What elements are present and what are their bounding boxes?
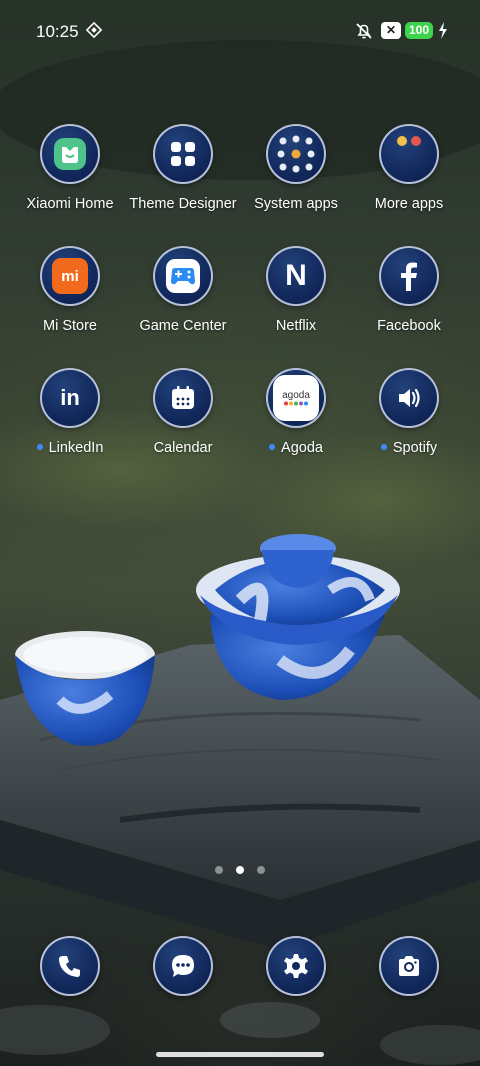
folder-icon (379, 124, 439, 184)
agoda-icon: agoda (266, 368, 326, 428)
mi-store-icon: mi (40, 246, 100, 306)
bell-muted-icon (356, 23, 372, 39)
page-dot-active (236, 866, 244, 874)
linkedin-logo: in (60, 385, 80, 410)
charging-bolt-icon (439, 22, 447, 39)
linkedin-icon: in (40, 368, 100, 428)
clock-time: 10:25 (36, 22, 79, 41)
grid-icon (153, 124, 213, 184)
page-dot (215, 866, 223, 874)
app-label-with-badge: LinkedIn (5, 440, 135, 456)
app-label: Spotify (392, 440, 438, 456)
dock-phone[interactable] (40, 936, 100, 996)
new-install-dot (36, 444, 43, 451)
page-indicator (0, 866, 480, 874)
phone-icon (59, 956, 80, 977)
app-theme-designer[interactable]: Theme Designer (126, 124, 240, 224)
folder-icon (266, 124, 326, 184)
new-install-dot (380, 444, 387, 451)
agoda-logo: agoda (282, 390, 310, 401)
facebook-icon (379, 246, 439, 306)
app-calendar[interactable]: Calendar (126, 368, 240, 468)
app-xiaomi-home[interactable]: Xiaomi Home (13, 124, 127, 224)
app-spotify[interactable]: Spotify (352, 368, 466, 468)
mi-logo: mi (52, 258, 88, 294)
app-agoda[interactable]: agoda Agoda (239, 368, 353, 468)
no-sim-icon: ✕ (381, 22, 401, 39)
agoda-dots-icon (284, 401, 308, 406)
dock-settings[interactable] (266, 936, 326, 996)
folder-label: System apps (254, 196, 338, 212)
app-label-with-badge: Spotify (344, 440, 474, 456)
app-label: LinkedIn (48, 440, 104, 456)
page-dot (257, 866, 265, 874)
app-label: Xiaomi Home (26, 196, 114, 212)
xiaomi-home-icon (40, 124, 100, 184)
app-label: Agoda (281, 440, 323, 456)
app-label: Facebook (377, 318, 441, 334)
app-label: Netflix (275, 318, 317, 334)
app-label: Calendar (153, 440, 213, 456)
home-gesture-bar[interactable] (156, 1052, 324, 1057)
app-facebook[interactable]: Facebook (352, 246, 466, 346)
new-install-dot (269, 444, 276, 451)
app-linkedin[interactable]: in LinkedIn (13, 368, 127, 468)
netflix-icon: N (266, 246, 326, 306)
dock-camera[interactable] (379, 936, 439, 996)
app-netflix[interactable]: N Netflix (239, 246, 353, 346)
hotspot-diamond-icon (86, 22, 102, 38)
netflix-logo: N (285, 259, 307, 292)
folder-more-apps[interactable]: More apps (352, 124, 466, 224)
app-label: Theme Designer (129, 196, 237, 212)
dock-messages[interactable] (153, 936, 213, 996)
gamepad-icon (153, 246, 213, 306)
camera-icon (399, 956, 419, 976)
app-game-center[interactable]: Game Center (126, 246, 240, 346)
app-label: Game Center (139, 318, 227, 334)
messages-icon (172, 955, 194, 977)
folder-system-apps[interactable]: System apps (239, 124, 353, 224)
app-mi-store[interactable]: mi Mi Store (13, 246, 127, 346)
folder-label: More apps (374, 196, 444, 212)
speaker-icon (379, 368, 439, 428)
battery-indicator: 100 (405, 22, 434, 39)
app-label-with-badge: Agoda (231, 440, 361, 456)
status-bar: 10:25 ✕ 100 (0, 0, 480, 62)
calendar-icon (153, 368, 213, 428)
settings-icon (284, 954, 308, 978)
app-label: Mi Store (43, 318, 97, 334)
